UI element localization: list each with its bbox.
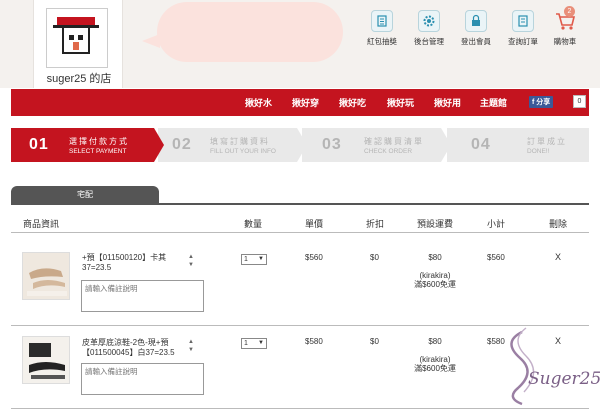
col-header-discount: 折扣 [366,219,385,229]
step-done: 04 訂單成立 DONE!! [447,128,589,162]
order-query-link[interactable]: 查詢訂單 [501,10,545,47]
step-title: 填寫訂購資料 [210,137,270,146]
main-nav: 揪好水 揪好穿 揪好吃 揪好玩 揪好用 主題館 f 分享 0 [11,89,589,116]
step-number: 04 [471,136,491,153]
step-subtitle: FILL OUT YOUR INFO [210,148,276,155]
top-icon-bar: 紅包抽獎 後台管理 登出會員 查詢訂單 購物車 2 [360,6,585,60]
nav-item-play[interactable]: 揪好玩 [387,96,414,109]
col-header-subtotal: 小計 [487,219,506,229]
step-title: 確認購買清單 [364,137,424,146]
discount-value: $0 [370,253,379,262]
cart-count-badge: 2 [564,6,575,17]
admin-link[interactable]: 後台管理 [407,10,451,47]
watermark-logo: Suger25 [492,322,600,412]
quantity-select[interactable]: 1 ▼ [241,254,267,265]
cart-label: 購物車 [553,37,577,46]
col-header-price: 單價 [305,219,324,229]
nav-item-theme[interactable]: 主題館 [480,96,507,109]
col-header-qty: 數量 [244,219,263,229]
tab-underline [11,203,589,205]
name-scroll-arrows[interactable]: ▲ ▼ [188,253,196,269]
table-header-divider [11,232,589,233]
shop-logo[interactable] [46,8,108,68]
logout-link[interactable]: 登出會員 [454,10,498,47]
step-title: 選擇付款方式 [69,137,129,146]
chevron-down-icon: ▼ [258,340,264,346]
quantity-value: 1 [244,256,248,263]
watermark-text: Suger25 [528,369,600,389]
logout-label: 登出會員 [461,37,491,46]
speech-bubble [157,2,343,62]
document-icon [512,10,534,32]
step-number: 01 [29,136,49,153]
delete-button[interactable]: X [555,252,561,262]
step-arrow [297,128,307,162]
nav-item-eat[interactable]: 揪好吃 [339,96,366,109]
product-image[interactable] [22,336,70,384]
step-title: 訂單成立 [527,137,567,146]
tab-home-delivery[interactable]: 宅配 [11,186,159,203]
product-image[interactable] [22,252,70,300]
chevron-down-icon: ▼ [258,256,264,262]
shop-name[interactable]: suger25 的店 [34,70,124,86]
list-icon [371,10,393,32]
shipping-vendor: (kirakira) [419,271,451,280]
step-subtitle: SELECT PAYMENT [69,148,127,155]
step-check-order: 03 確認購買清單 CHECK ORDER [302,128,451,162]
nav-item-wear[interactable]: 揪好穿 [292,96,319,109]
unit-price: $560 [305,253,323,262]
col-header-delete: 刪除 [549,219,568,229]
step-arrow [441,128,451,162]
col-header-shipping: 預設運費 [417,219,454,229]
note-input[interactable] [81,363,204,395]
facebook-share-button[interactable]: f 分享 [529,96,554,108]
step-arrow [154,128,164,162]
step-subtitle: DONE!! [527,148,550,155]
shipping-info: $80 (kirakira) 滿$600免運 [400,253,470,289]
shipping-info: $80 (kirakira) 滿$600免運 [400,337,470,373]
step-subtitle: CHECK ORDER [364,148,413,155]
step-select-payment: 01 選擇付款方式 SELECT PAYMENT [11,128,164,162]
subtotal: $560 [487,253,505,262]
shipping-fee: $80 [428,337,442,346]
shop-profile: suger25 的店 [33,0,123,88]
product-name[interactable]: +預【011500120】卡其37=23.5 [82,253,190,273]
gear-icon [418,10,440,32]
share-label: 分享 [536,99,551,106]
note-input[interactable] [81,280,204,312]
shipping-vendor: (kirakira) [419,355,451,364]
step-fill-info: 02 填寫訂購資料 FILL OUT YOUR INFO [158,128,307,162]
product-name[interactable]: 皮革厚底涼鞋-2色-現+預【011500045】白37=23.5 [82,338,190,358]
lottery-link[interactable]: 紅包抽獎 [360,10,404,47]
step-number: 03 [322,136,342,153]
shipping-fee: $80 [428,253,442,262]
order-query-label: 查詢訂單 [508,37,538,46]
header: suger25 的店 紅包抽獎 後台管理 登出會員 查詢訂單 購物車 2 [0,0,600,88]
discount-value: $0 [370,337,379,346]
nav-item-water[interactable]: 揪好水 [245,96,272,109]
lock-icon [465,10,487,32]
admin-label: 後台管理 [414,37,444,46]
quantity-select[interactable]: 1 ▼ [241,338,267,349]
nav-item-use[interactable]: 揪好用 [434,96,461,109]
quantity-value: 1 [244,340,248,347]
lottery-label: 紅包抽獎 [367,37,397,46]
col-header-product: 商品資訊 [23,219,60,229]
name-scroll-arrows[interactable]: ▲ ▼ [188,338,196,354]
free-shipping-note: 滿$600免運 [414,364,456,373]
step-number: 02 [172,136,192,153]
share-count: 0 [573,95,586,108]
free-shipping-note: 滿$600免運 [414,280,456,289]
unit-price: $580 [305,337,323,346]
